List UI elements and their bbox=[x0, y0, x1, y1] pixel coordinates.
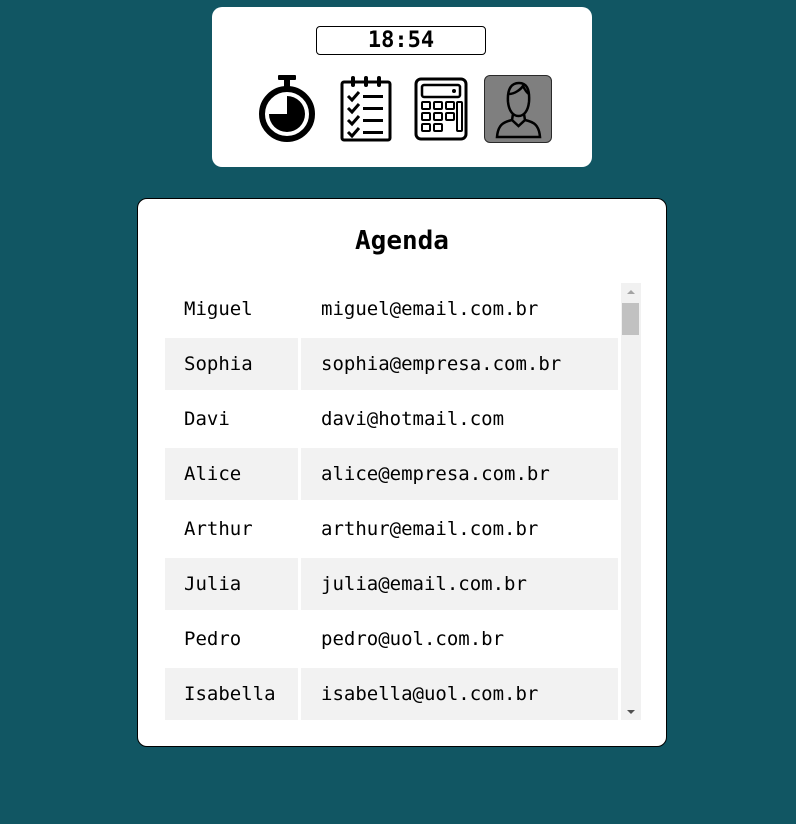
calculator-icon bbox=[414, 77, 468, 141]
contacts-app-button[interactable] bbox=[484, 75, 552, 143]
contact-name: Miguel bbox=[184, 298, 253, 320]
contacts-table: Miguel miguel@email.com.br Sophia sophia@em… bbox=[165, 283, 641, 720]
agenda-panel: Agenda Miguel miguel@email.com.br Sophia so… bbox=[137, 198, 667, 747]
contact-row[interactable]: Davi davi@hotmail.com bbox=[165, 393, 618, 448]
contact-name: Arthur bbox=[184, 518, 253, 540]
contact-email: miguel@email.com.br bbox=[321, 298, 539, 320]
contacts-scrollbar[interactable] bbox=[621, 283, 641, 720]
stopwatch-app-button[interactable] bbox=[253, 75, 321, 143]
clock-display: 18:54 bbox=[316, 26, 486, 55]
contact-email: isabella@uol.com.br bbox=[301, 668, 618, 720]
contact-name: Julia bbox=[165, 558, 298, 610]
contact-email: davi@hotmail.com bbox=[321, 408, 505, 430]
contact-email: julia@email.com.br bbox=[301, 558, 618, 610]
contact-row[interactable]: Isabella isabella@uol.com.br bbox=[165, 668, 618, 720]
contact-name: Alice bbox=[165, 448, 298, 500]
tasks-app-button[interactable] bbox=[332, 75, 400, 143]
user-icon bbox=[495, 81, 542, 139]
contacts-rows: Miguel miguel@email.com.br Sophia sophia@em… bbox=[165, 283, 618, 720]
contact-row[interactable]: Julia julia@email.com.br bbox=[165, 558, 618, 613]
contact-name: Isabella bbox=[165, 668, 298, 720]
calculator-app-button[interactable] bbox=[407, 75, 475, 143]
contact-row[interactable]: Miguel miguel@email.com.br bbox=[165, 283, 618, 338]
scroll-thumb[interactable] bbox=[622, 303, 639, 335]
contact-email: sophia@empresa.com.br bbox=[301, 338, 618, 390]
scroll-down-arrow-icon[interactable] bbox=[621, 703, 641, 720]
scroll-up-arrow-icon[interactable] bbox=[621, 283, 641, 300]
contact-row[interactable]: Alice alice@empresa.com.br bbox=[165, 448, 618, 503]
contact-email: alice@empresa.com.br bbox=[301, 448, 618, 500]
contact-row[interactable]: Pedro pedro@uol.com.br bbox=[165, 613, 618, 668]
contact-row[interactable]: Sophia sophia@empresa.com.br bbox=[165, 338, 618, 393]
contact-name: Pedro bbox=[184, 628, 242, 650]
contact-name: Davi bbox=[184, 408, 230, 430]
contact-row[interactable]: Arthur arthur@email.com.br bbox=[165, 503, 618, 558]
app-toolbar: 18:54 bbox=[212, 7, 592, 167]
checklist-icon bbox=[340, 76, 392, 142]
stopwatch-icon bbox=[259, 75, 315, 142]
contact-name: Sophia bbox=[165, 338, 298, 390]
agenda-title: Agenda bbox=[355, 226, 449, 256]
contact-email: pedro@uol.com.br bbox=[321, 628, 505, 650]
contact-email: arthur@email.com.br bbox=[321, 518, 539, 540]
